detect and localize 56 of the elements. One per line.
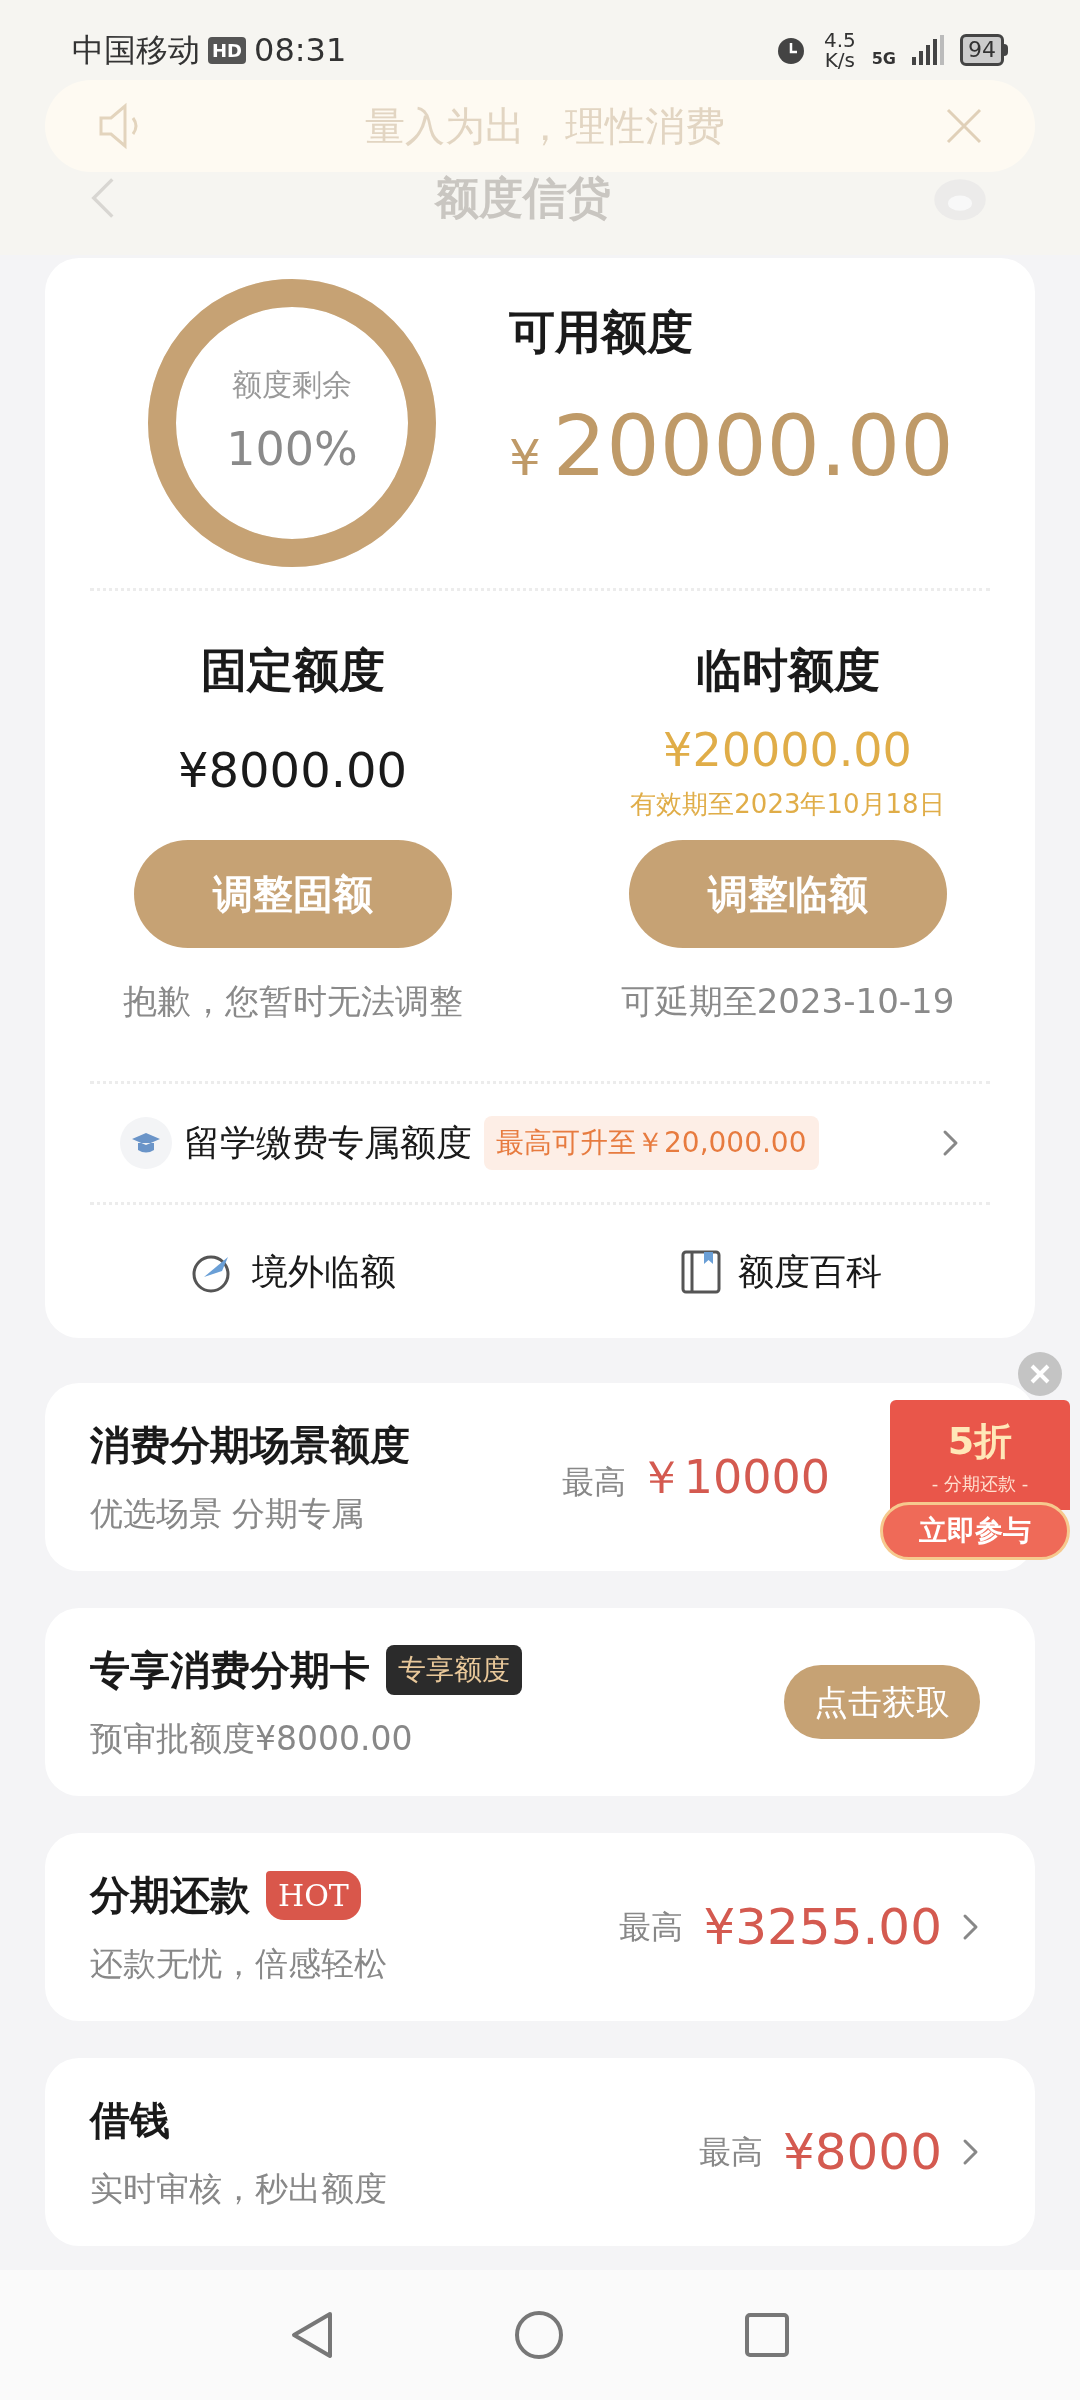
currency-sign: ¥ xyxy=(509,427,541,489)
product-card[interactable]: 分期还款 HOT 还款无忧，倍感轻松 最高 ¥3255.00 xyxy=(45,1833,1035,2021)
max-label: 最高 xyxy=(619,1907,684,1948)
book-icon xyxy=(680,1248,722,1295)
product-subtitle: 优选场景 分期专属 xyxy=(90,1493,366,1536)
study-row[interactable]: 留学缴费专属额度 最高可升至￥20,000.00 xyxy=(45,1084,1035,1202)
close-icon[interactable] xyxy=(1018,1352,1062,1396)
exclusive-badge: 专享额度 xyxy=(386,1645,522,1696)
promo-discount: 5折 xyxy=(947,1418,1013,1465)
product-title: 专享消费分期卡 xyxy=(90,1646,370,1696)
max-amount: ¥8000 xyxy=(782,2121,942,2183)
hd-badge: HD xyxy=(208,36,246,64)
hot-badge: HOT xyxy=(266,1870,361,1920)
chevron-right-icon xyxy=(942,1128,960,1158)
product-title: 消费分期场景额度 xyxy=(90,1421,410,1471)
chevron-right-icon xyxy=(962,1912,980,1942)
chevron-right-icon xyxy=(962,2137,980,2167)
back-nav-icon[interactable] xyxy=(290,2310,334,2360)
quota-amount: ¥8000.00 xyxy=(178,741,407,800)
speed-unit: K/s xyxy=(824,50,855,70)
battery-indicator: 94 xyxy=(960,34,1008,66)
shortcut-link[interactable]: 额度百科 xyxy=(738,1244,882,1299)
carrier-label: 中国移动 xyxy=(72,30,200,71)
product-subtitle: 预审批额度¥8000.00 xyxy=(90,1718,414,1761)
product-card[interactable]: 借钱 实时审核，秒出额度 最高 ¥8000 xyxy=(45,2058,1035,2246)
study-tag: 最高可升至￥20,000.00 xyxy=(484,1116,819,1170)
speed-value: 4.5 xyxy=(823,30,856,50)
max-amount: ￥10000 xyxy=(637,1448,830,1506)
product-subtitle: 实时审核，秒出额度 xyxy=(90,2168,387,2211)
shortcut-link[interactable]: 境外临额 xyxy=(252,1244,396,1299)
signal-icon xyxy=(912,35,944,65)
product-card[interactable]: 专享消费分期卡 专享额度 预审批额度¥8000.00 点击获取 xyxy=(45,1608,1035,1796)
promo-caption: - 分期还款 - xyxy=(931,1472,1029,1496)
max-amount: ¥3255.00 xyxy=(703,1896,942,1958)
validity-date: 有效期至2023年10月18日 xyxy=(630,788,945,821)
product-title: 分期还款 xyxy=(90,1871,250,1921)
home-nav-icon[interactable] xyxy=(514,2310,564,2360)
close-icon[interactable] xyxy=(945,107,983,145)
quota-title: 临时额度 xyxy=(695,642,880,699)
graduation-cap-icon xyxy=(120,1117,172,1169)
network-label: 5G xyxy=(871,48,896,70)
clock-time: 08:31 xyxy=(254,30,347,71)
quota-title: 固定额度 xyxy=(200,642,385,699)
adjust-note: 可延期至2023-10-19 xyxy=(620,980,955,1023)
study-label: 留学缴费专属额度 xyxy=(184,1121,472,1165)
available-label: 可用额度 xyxy=(509,303,694,361)
recents-nav-icon[interactable] xyxy=(744,2312,790,2358)
ring-label: 额度剩余 xyxy=(232,366,352,404)
ring-percent: 100% xyxy=(226,421,358,478)
product-title: 借钱 xyxy=(90,2096,170,2146)
quota-amount: ¥20000.00 xyxy=(663,722,912,779)
available-amount: 20000.00 xyxy=(552,395,954,497)
adjust-note: 抱歉，您暂时无法调整 xyxy=(122,980,463,1023)
max-label: 最高 xyxy=(561,1461,626,1503)
max-label: 最高 xyxy=(698,2132,763,2173)
product-subtitle: 还款无忧，倍感轻松 xyxy=(90,1943,387,1986)
